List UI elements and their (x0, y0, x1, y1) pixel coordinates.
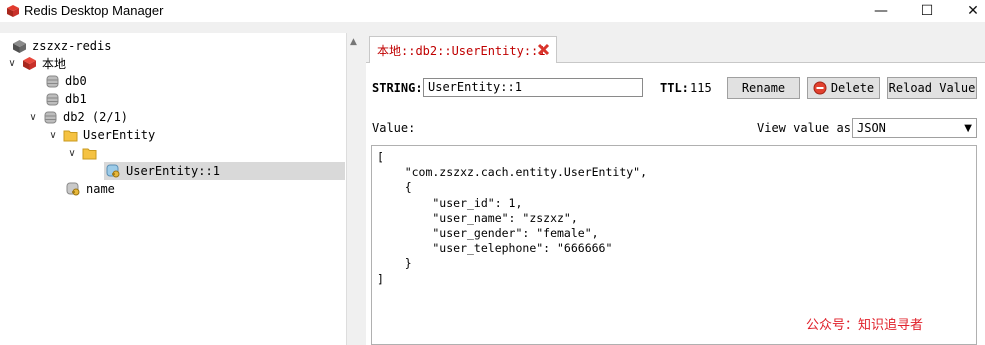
chevron-down-icon[interactable]: ∨ (66, 148, 78, 159)
window-title: Redis Desktop Manager (24, 3, 164, 18)
ttl-value: 115 (690, 81, 712, 95)
folder-icon (63, 130, 78, 141)
chevron-down-icon[interactable]: ∨ (6, 58, 18, 69)
tab-bar: 本地::db2::UserEntity::1 (366, 36, 985, 63)
server-icon (13, 39, 26, 53)
redis-logo-icon (7, 5, 19, 17)
tab-label: 本地::db2::UserEntity::1 (377, 43, 546, 58)
ttl-label: TTL: (660, 81, 689, 95)
value-label: Value: (372, 121, 416, 135)
view-as-selected: JSON (857, 121, 886, 135)
tree-node-db0[interactable]: db0 (45, 72, 87, 90)
tree-node-label: db0 (65, 74, 87, 88)
view-as-label: View value as: (757, 121, 859, 135)
tree-node-label: UserEntity (83, 128, 156, 142)
close-window-button[interactable]: ✕ (950, 0, 985, 22)
chevron-down-icon[interactable]: ∨ (27, 112, 39, 123)
tree-node-label: UserEntity::1 (126, 164, 220, 178)
tab-key-view[interactable]: 本地::db2::UserEntity::1 (369, 36, 557, 63)
tree-scrollbar[interactable]: ▲ (346, 33, 363, 345)
database-icon (46, 93, 59, 105)
tree-node-local[interactable]: ∨ 本地 (6, 54, 66, 72)
tree-node-label: name (86, 182, 115, 196)
folder-icon (82, 148, 97, 159)
delete-button[interactable]: Delete (807, 77, 880, 99)
key-value-panel: STRING: UserEntity::1 TTL: 115 Rename De… (366, 63, 985, 345)
tree-node-db1[interactable]: db1 (45, 90, 87, 108)
reload-value-button[interactable]: Reload Value (887, 77, 977, 99)
server-icon (23, 56, 36, 70)
key-icon (106, 164, 120, 177)
minimize-button[interactable]: — (858, 0, 904, 22)
tree-node-userentity-folder[interactable]: ∨ UserEntity (47, 126, 155, 144)
value-content[interactable]: [ "com.zszxz.cach.entity.UserEntity", { … (372, 146, 976, 287)
dropdown-arrow-icon: ▼ (964, 123, 972, 134)
rename-button[interactable]: Rename (727, 77, 800, 99)
scroll-up-icon[interactable]: ▲ (350, 37, 357, 47)
watermark-text: 公众号：知识追寻者 (806, 318, 924, 333)
chevron-down-icon[interactable]: ∨ (47, 130, 59, 141)
key-name-input[interactable]: UserEntity::1 (423, 78, 643, 97)
tree-node-label: db2 (2/1) (63, 110, 129, 124)
key-type-label: STRING: (372, 81, 423, 95)
tree-node-key-userentity-1[interactable]: UserEntity::1 (104, 162, 345, 180)
key-icon (66, 182, 80, 195)
connection-tree: zszxz-redis ∨ 本地 db0 db1 ∨ db2 (2/1) ∨ U… (0, 33, 347, 345)
maximize-button[interactable]: ☐ (904, 0, 950, 22)
tree-node-empty-folder[interactable]: ∨ (66, 144, 102, 162)
tree-node-label: zszxz-redis (32, 39, 112, 53)
database-icon (44, 111, 57, 123)
tree-node-zszxz-redis[interactable]: zszxz-redis (12, 37, 111, 55)
tree-node-label: 本地 (42, 56, 67, 71)
tree-node-label: db1 (65, 92, 87, 106)
delete-icon (813, 81, 827, 95)
tree-node-db2[interactable]: ∨ db2 (2/1) (27, 108, 128, 126)
database-icon (46, 75, 59, 87)
close-tab-icon[interactable] (536, 42, 551, 57)
view-as-select[interactable]: JSON ▼ (852, 118, 977, 138)
tree-node-key-name[interactable]: name (66, 180, 115, 198)
delete-button-label: Delete (830, 81, 875, 95)
title-bar: Redis Desktop Manager — ☐ ✕ (0, 0, 985, 22)
